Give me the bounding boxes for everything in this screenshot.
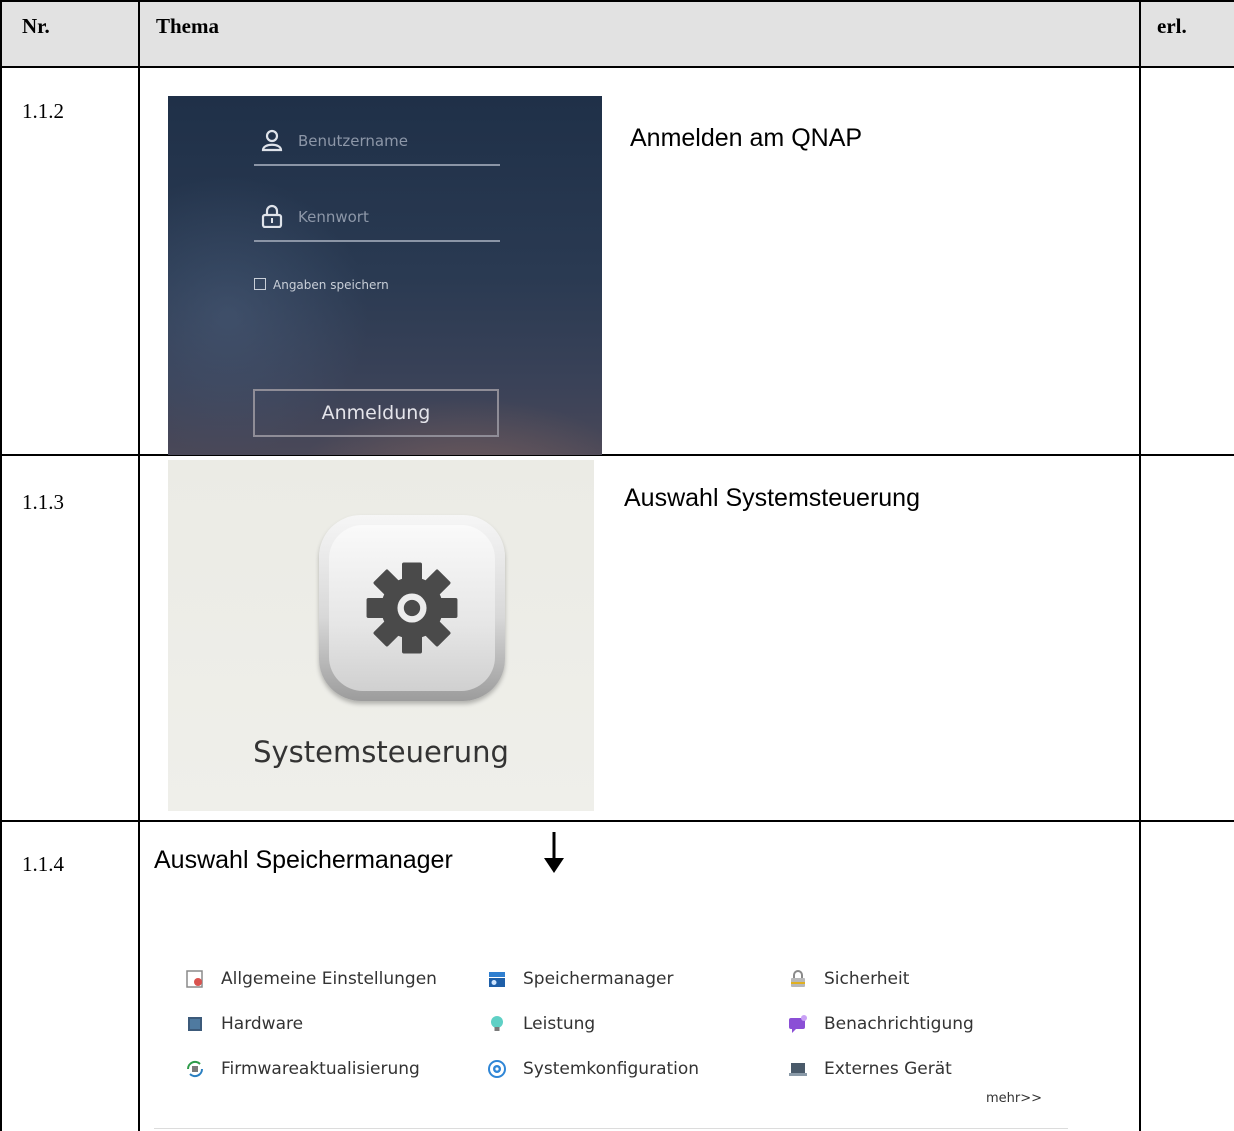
settings-item-sicherheit[interactable]: Sicherheit — [791, 969, 910, 989]
header-divider — [0, 66, 1234, 68]
header-erl: erl. — [1157, 14, 1187, 38]
settings-item-allgemeine-einstellungen[interactable]: Allgemeine Einstellungen — [186, 969, 437, 989]
settings-item-hardware[interactable]: Hardware — [188, 1014, 304, 1034]
header-nr: Nr. — [22, 14, 50, 38]
username-placeholder: Benutzername — [298, 132, 408, 150]
bulb-icon — [491, 1016, 503, 1031]
settings-item-systemkonfiguration[interactable]: Systemkonfiguration — [488, 1059, 700, 1079]
external-device-icon — [789, 1063, 807, 1076]
settings-item-firmwareaktualisierung[interactable]: Firmwareaktualisierung — [186, 1059, 420, 1079]
checkbox-icon — [254, 278, 266, 290]
lock-icon — [791, 970, 805, 987]
settings-item-label: Hardware — [221, 1014, 304, 1034]
control-panel-app-tile[interactable] — [319, 515, 505, 701]
row-number: 1.1.4 — [22, 852, 64, 876]
settings-item-speichermanager[interactable]: Speichermanager — [489, 969, 674, 989]
table-border-left — [0, 0, 2, 1131]
settings-item-leistung[interactable]: Leistung — [491, 1014, 596, 1034]
settings-item-externes-geraet[interactable]: Externes Gerät — [789, 1059, 952, 1079]
table-border-top — [0, 0, 1234, 2]
list-separator — [154, 1128, 1068, 1129]
row-description: Anmelden am QNAP — [630, 124, 863, 152]
row-number: 1.1.2 — [22, 99, 64, 123]
arrow-down-icon — [544, 832, 564, 873]
username-field[interactable]: Benutzername — [254, 124, 500, 166]
password-placeholder: Kennwort — [298, 208, 369, 226]
settings-item-label: Externes Gerät — [824, 1059, 952, 1079]
storage-manager-icon — [489, 972, 505, 987]
settings-item-label: Benachrichtigung — [824, 1014, 974, 1034]
row-divider-2 — [0, 820, 1234, 822]
column-divider-1 — [138, 0, 140, 1131]
row-number: 1.1.3 — [22, 490, 64, 514]
gear-icon — [366, 562, 458, 654]
settings-item-label: Speichermanager — [523, 969, 674, 989]
control-panel-label: Systemsteuerung — [253, 735, 509, 769]
row-description: Auswahl Speichermanager — [154, 846, 453, 874]
settings-item-label: Firmwareaktualisierung — [221, 1059, 420, 1079]
hardware-icon — [188, 1017, 202, 1031]
user-icon — [261, 129, 283, 152]
settings-item-benachrichtigung[interactable]: Benachrichtigung — [789, 1014, 974, 1034]
general-settings-icon — [186, 970, 203, 988]
settings-item-label: Sicherheit — [824, 969, 910, 989]
login-button[interactable]: Anmeldung — [253, 389, 499, 437]
lock-icon — [261, 204, 283, 228]
remember-checkbox[interactable]: Angaben speichern — [254, 278, 389, 292]
login-screenshot: Benutzername Kennwort Angaben speichern … — [168, 96, 602, 455]
control-panel-screenshot: Systemsteuerung — [168, 460, 594, 811]
header-thema: Thema — [156, 14, 219, 38]
firmware-update-icon — [186, 1060, 204, 1078]
settings-item-label: Allgemeine Einstellungen — [221, 969, 437, 989]
settings-item-label: Leistung — [523, 1014, 596, 1034]
column-divider-2 — [1139, 0, 1141, 1131]
settings-item-label: Systemkonfiguration — [523, 1059, 700, 1079]
row-description: Auswahl Systemsteuerung — [624, 484, 920, 512]
password-field[interactable]: Kennwort — [254, 200, 500, 242]
more-link[interactable]: mehr>> — [986, 1091, 1042, 1106]
remember-label: Angaben speichern — [273, 278, 389, 292]
notification-icon — [789, 1015, 807, 1033]
system-config-icon — [488, 1060, 506, 1078]
